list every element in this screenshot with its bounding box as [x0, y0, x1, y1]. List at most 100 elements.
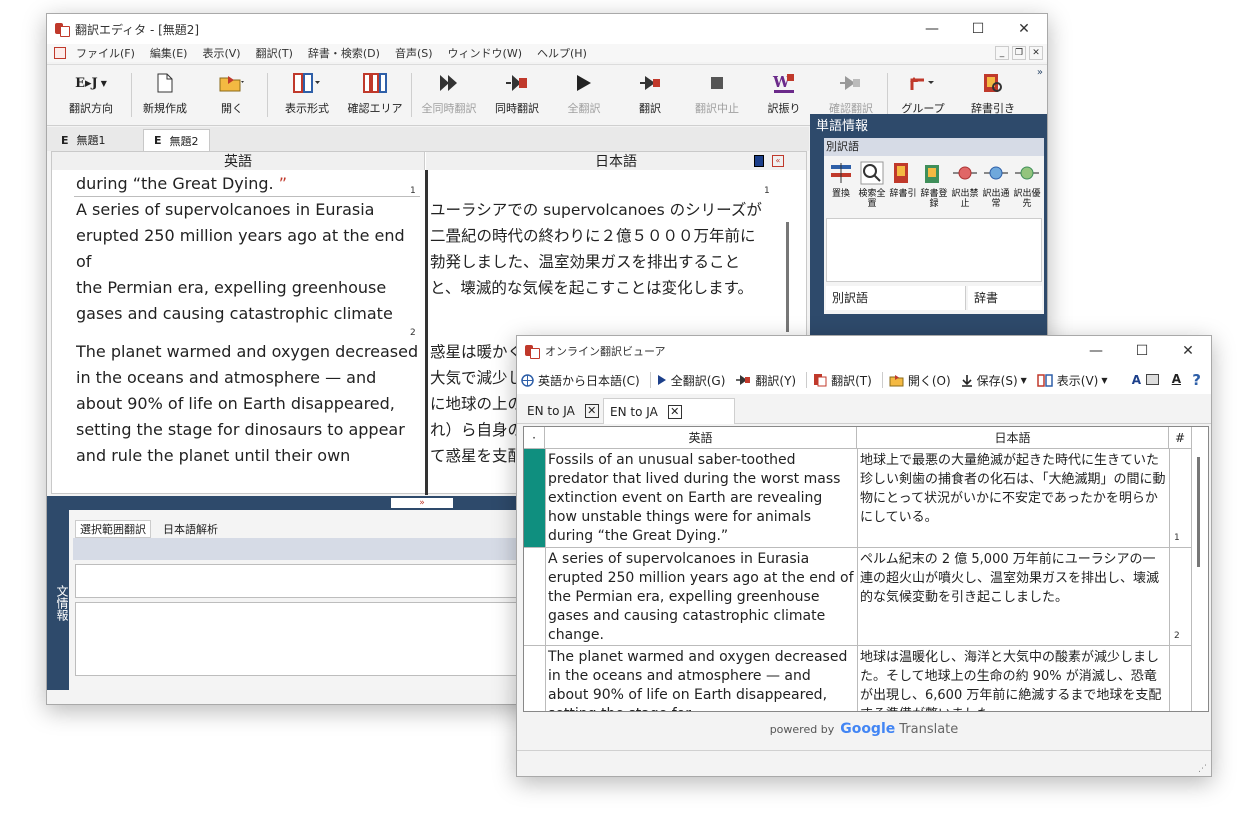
search-replace-all-button[interactable]: 検索全置 [857, 160, 887, 212]
tab-untitled2[interactable]: E 無題2 [143, 129, 210, 151]
selected-row-marker [524, 449, 545, 547]
translate-all-sync-button[interactable]: 全同時翻訳 [417, 71, 481, 119]
open-folder-icon [218, 71, 246, 95]
close-button[interactable]: ✕ [1001, 14, 1047, 44]
menu-window[interactable]: ウィンドウ(W) [441, 45, 530, 61]
viewer-tab-2[interactable]: EN to JA ✕ [603, 398, 735, 424]
close-tab-icon[interactable]: ✕ [584, 404, 599, 418]
font-size-icon[interactable]: A [1132, 373, 1141, 387]
word-info-body: 別訳語 置換 検索全置 辞書引 辞書登録 訳出禁止 訳出通常 訳出優先 別訳語 … [824, 138, 1044, 314]
menu-view[interactable]: 表示(V) [195, 45, 248, 61]
translate-button[interactable]: 翻訳 [625, 71, 675, 119]
toolbar-divider [649, 372, 651, 388]
alt-translation-list[interactable] [826, 218, 1042, 282]
translation-grid: · 英語 日本語 # Fossils of an unusual saber-t… [523, 426, 1209, 712]
segment-view-icon[interactable] [754, 155, 764, 167]
dict-register-button[interactable]: 辞書登録 [919, 160, 949, 212]
play-icon [657, 374, 667, 386]
mdi-restore-button[interactable]: ❐ [1012, 46, 1026, 60]
close-tab-icon[interactable]: ✕ [667, 404, 682, 419]
viewer-title: オンライン翻訳ビューア [545, 345, 666, 358]
yakufuri-button[interactable]: W 訳振り [759, 71, 809, 119]
grid-col-divider [545, 449, 546, 711]
splitter-handle-icon[interactable]: » [391, 498, 453, 508]
mdi-close-button[interactable]: ✕ [1029, 46, 1043, 60]
source-segment-2[interactable]: The planet warmed and oxygen decreased i… [76, 339, 422, 471]
grid-header-target[interactable]: 日本語 [857, 427, 1169, 449]
grid-source-cell[interactable]: Fossils of an unusual saber-toothed pred… [545, 449, 857, 547]
viewer-titlebar[interactable]: オンライン翻訳ビューア — ☐ ✕ [517, 336, 1211, 366]
grid-source-cell[interactable]: The planet warmed and oxygen decreased i… [545, 646, 857, 711]
search-icon [859, 160, 885, 186]
grid-row-number: 2 [1174, 631, 1180, 641]
translation-normal-button[interactable]: 訳出通常 [981, 160, 1011, 212]
stop-button[interactable]: 翻訳中止 [687, 71, 747, 119]
grid-source-cell[interactable]: A series of supervolcanoes in Eurasia er… [545, 548, 857, 646]
translation-forbid-button[interactable]: 訳出禁止 [950, 160, 980, 212]
translation-priority-button[interactable]: 訳出優先 [1012, 160, 1042, 212]
viewer-view-button[interactable]: 表示(V) ▼ [1037, 372, 1108, 389]
grid-target-cell[interactable]: 地球上で最悪の大量絶滅が起きた時代に生きていた珍しい剣歯の捕食者の化石は、「大絶… [857, 449, 1169, 547]
menu-edit[interactable]: 編集(E) [143, 45, 196, 61]
language-select[interactable]: 英語から日本語(C) [521, 372, 640, 389]
grid-col-divider [857, 449, 858, 711]
collapse-panel-icon[interactable]: « [772, 155, 784, 167]
maximize-button[interactable]: ☐ [955, 14, 1001, 44]
viewer-close-button[interactable]: ✕ [1165, 336, 1211, 366]
text-format-icon[interactable]: A [1172, 372, 1181, 386]
sentence-info-sidebar: 文情報 [47, 510, 69, 690]
menu-dictionary[interactable]: 辞書・検索(D) [301, 45, 388, 61]
confirm-translate-button[interactable]: 確認翻訳 [821, 71, 881, 119]
menu-help[interactable]: ヘルプ(H) [530, 45, 595, 61]
dict-lookup-button[interactable]: 辞書引き [965, 71, 1021, 119]
tab-selection-translate[interactable]: 選択範囲翻訳 [75, 520, 151, 538]
editor-scrollbar[interactable] [786, 222, 789, 332]
source-segment-1[interactable]: A series of supervolcanoes in Eurasia er… [76, 197, 422, 329]
replace-button[interactable]: 置換 [826, 160, 856, 212]
dict-lookup-small-button[interactable]: 辞書引 [888, 160, 918, 212]
viewer-tab-1[interactable]: EN to JA ✕ [521, 398, 605, 424]
source-segment-tail[interactable]: during “the Great Dying. ” [76, 171, 422, 197]
toolbar-overflow-icon[interactable]: » [1037, 67, 1043, 78]
confirm-area-button[interactable]: 確認エリア [345, 71, 405, 119]
toolbar-separator [887, 73, 888, 117]
grid-scrollbar[interactable] [1197, 457, 1200, 567]
segment-number: 2 [410, 328, 416, 338]
target-segment-1[interactable]: ユーラシアでの supervolcanoes のシリーズが 二畳紀の時代の終わり… [430, 197, 772, 307]
group-button[interactable]: グループ [895, 71, 951, 119]
viewer-open-button[interactable]: 開く(O) [889, 372, 951, 389]
doc-icon [54, 47, 66, 59]
grid-header-source[interactable]: 英語 [545, 427, 857, 449]
editor-title: 翻訳エディタ - [無題2] [75, 22, 200, 37]
viewer-minimize-button[interactable]: — [1073, 336, 1119, 366]
tab-untitled1[interactable]: E 無題1 [51, 129, 116, 151]
tab-japanese-analysis[interactable]: 日本語解析 [159, 520, 222, 538]
menu-bar: ファイル(F) 編集(E) 表示(V) 翻訳(T) 辞書・検索(D) 音声(S)… [47, 44, 1047, 62]
grid-target-cell[interactable]: ペルム紀末の 2 億 5,000 万年前にユーラシアの一連の超火山が噴火し、温室… [857, 548, 1169, 646]
new-button[interactable]: 新規作成 [137, 71, 193, 119]
menu-file[interactable]: ファイル(F) [69, 45, 143, 61]
toolbar-separator [267, 73, 268, 117]
direction-button[interactable]: E▸J ▼ 翻訳方向 [61, 71, 121, 119]
grid-target-cell[interactable]: 地球は温暖化し、海洋と大気中の酸素が減少しました。そして地球上の生命の約 90%… [857, 646, 1169, 711]
open-button[interactable]: 開く [207, 71, 257, 119]
display-format-button[interactable]: 表示形式 [277, 71, 337, 119]
editor-titlebar[interactable]: 翻訳エディタ - [無題2] — ☐ ✕ [47, 14, 1047, 44]
translate-sync-button[interactable]: 同時翻訳 [487, 71, 547, 119]
document-tabs: E 無題1 E 無題2 [47, 127, 809, 151]
stop-icon [710, 71, 724, 95]
viewer-maximize-button[interactable]: ☐ [1119, 336, 1165, 366]
viewer-save-button[interactable]: 保存(S) ▼ [961, 372, 1027, 389]
menu-voice[interactable]: 音声(S) [388, 45, 441, 61]
minimize-button[interactable]: — [909, 14, 955, 44]
viewer-translate-all-button[interactable]: 全翻訳(G) [657, 372, 725, 389]
dict-register-icon [921, 160, 947, 186]
resize-grip-icon[interactable]: ⋰ [1198, 764, 1207, 774]
print-icon[interactable] [1146, 374, 1159, 385]
viewer-translate-button[interactable]: 翻訳(Y) [735, 372, 796, 389]
translate-all-button[interactable]: 全翻訳 [557, 71, 611, 119]
help-icon[interactable]: ? [1192, 371, 1201, 389]
menu-translate[interactable]: 翻訳(T) [249, 45, 301, 61]
viewer-translate-t-button[interactable]: 翻訳(T) [813, 372, 872, 389]
mdi-minimize-button[interactable]: _ [995, 46, 1009, 60]
